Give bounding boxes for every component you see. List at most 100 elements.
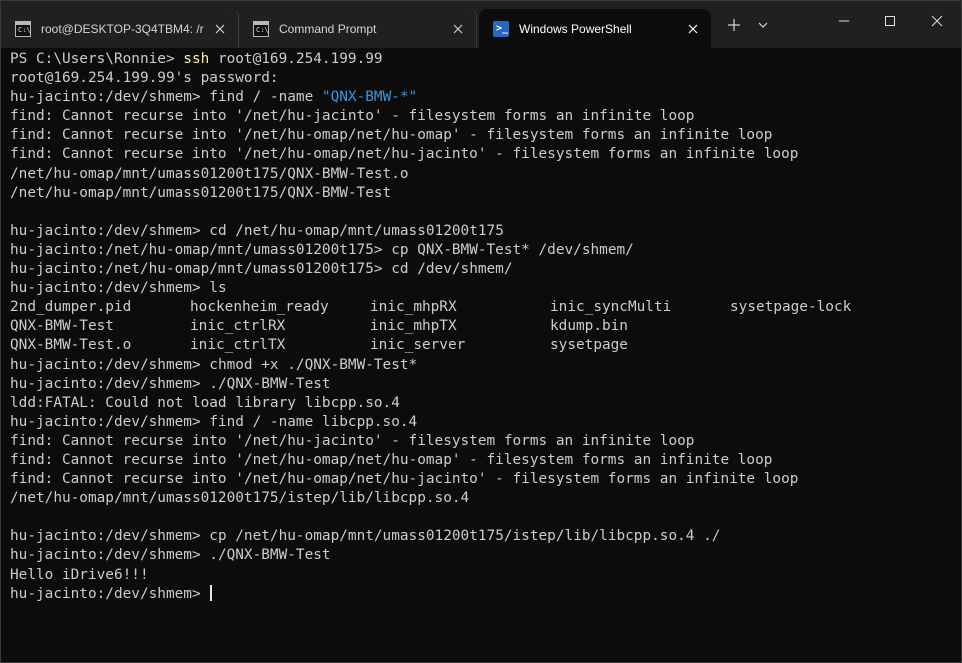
prompt-line: hu-jacinto:/dev/shmem> find / -name libc… [10, 413, 955, 432]
shell-prompt: hu-jacinto:/dev/shmem> [10, 413, 210, 430]
minimize-button[interactable] [821, 1, 867, 41]
command-text: cp /net/hu-omap/mnt/umass01200t175/istep… [209, 528, 721, 545]
file-name: inic_syncMulti [550, 299, 672, 316]
shell-prompt: hu-jacinto:/net/hu-omap/mnt/umass01200t1… [10, 241, 392, 258]
command-name: ssh [183, 51, 210, 67]
prompt-line: PS C:\Users\Ronnie> ssh root@169.254.199… [10, 50, 955, 69]
shell-prompt: hu-jacinto:/dev/shmem> [10, 280, 210, 297]
output-line: find: Cannot recurse into '/net/hu-omap/… [10, 451, 955, 470]
output-text: find: Cannot recurse into '/net/hu-jacin… [10, 432, 695, 449]
close-icon[interactable] [212, 21, 228, 37]
prompt-line: hu-jacinto:/net/hu-omap/mnt/umass01200t1… [10, 260, 955, 279]
plus-icon [728, 19, 740, 31]
output-line: Hello iDrive6!!! [10, 566, 955, 585]
tab-label: Command Prompt [279, 21, 377, 36]
maximize-icon [885, 16, 895, 26]
tab-root-ssh[interactable]: C:\ root@DESKTOP-3Q4TBM4: /r [1, 9, 239, 48]
output-text: /net/hu-omap/mnt/umass01200t175/QNX-BMW-… [10, 184, 392, 201]
prompt-line: hu-jacinto:/dev/shmem> cd /net/hu-omap/m… [10, 222, 955, 241]
output-text: ldd:FATAL: Could not load library libcpp… [10, 394, 400, 411]
output-text: find: Cannot recurse into '/net/hu-omap/… [10, 146, 799, 163]
close-icon[interactable] [685, 21, 701, 37]
tab-label: root@DESKTOP-3Q4TBM4: /r [41, 21, 204, 36]
tab-dropdown-button[interactable] [750, 9, 776, 41]
shell-prompt: hu-jacinto:/dev/shmem> [10, 356, 210, 373]
command-text: find / -name libcpp.so.4 [209, 413, 418, 430]
tab-bar: C:\ root@DESKTOP-3Q4TBM4: /r C:\ Command… [1, 1, 961, 48]
command-text: cp QNX-BMW-Test* /dev/shmem/ [391, 241, 634, 258]
cmd-icon: C:\ [253, 20, 269, 37]
terminal-output[interactable]: PS C:\Users\Ronnie> ssh root@169.254.199… [10, 50, 955, 658]
file-name: inic_ctrlRX [190, 318, 286, 335]
shell-prompt: hu-jacinto:/dev/shmem> [10, 375, 210, 392]
output-text: /net/hu-omap/mnt/umass01200t175/istep/li… [10, 490, 470, 507]
prompt-line: hu-jacinto:/dev/shmem> chmod +x ./QNX-BM… [10, 356, 955, 375]
tab-windows-powershell[interactable]: >_ Windows PowerShell [479, 9, 711, 48]
output-text: find: Cannot recurse into '/net/hu-jacin… [10, 108, 695, 125]
command-args: root@169.254.199.99 [209, 51, 383, 67]
chevron-down-icon [758, 22, 768, 28]
prompt-line: hu-jacinto:/dev/shmem> cp /net/hu-omap/m… [10, 527, 955, 546]
output-line: find: Cannot recurse into '/net/hu-jacin… [10, 107, 955, 126]
file-name: sysetpage [550, 337, 628, 354]
file-name: QNX-BMW-Test [10, 318, 114, 335]
output-line: root@169.254.199.99's password: [10, 69, 955, 88]
shell-prompt: hu-jacinto:/dev/shmem> [10, 528, 210, 545]
tab-command-prompt[interactable]: C:\ Command Prompt [239, 9, 477, 48]
output-text: find: Cannot recurse into '/net/hu-omap/… [10, 471, 799, 488]
command-text: ./QNX-BMW-Test [209, 547, 331, 564]
file-name: 2nd_dumper.pid [10, 299, 132, 316]
command-text: cd /net/hu-omap/mnt/umass01200t175 [209, 222, 504, 239]
command-text: cd /dev/shmem/ [391, 261, 513, 278]
prompt-line: hu-jacinto:/dev/shmem> [10, 584, 955, 604]
output-line: find: Cannot recurse into '/net/hu-omap/… [10, 126, 955, 145]
shell-prompt: hu-jacinto:/dev/shmem> [10, 222, 210, 239]
command-text: find / -name [209, 89, 322, 106]
command-text: chmod +x ./QNX-BMW-Test* [209, 356, 418, 373]
command-text: ls [209, 280, 227, 297]
ls-output-row: QNX-BMW-Test.o inic_ctrlTX inic_server syse… [10, 336, 955, 355]
output-line: find: Cannot recurse into '/net/hu-jacin… [10, 432, 955, 451]
output-text: Hello iDrive6!!! [10, 566, 149, 583]
ls-output-row: 2nd_dumper.pid hockenheim_ready inic_mhpRX… [10, 298, 955, 317]
file-name: sysetpage-lock [730, 299, 852, 316]
output-text: find: Cannot recurse into '/net/hu-omap/… [10, 451, 773, 468]
output-line: find: Cannot recurse into '/net/hu-omap/… [10, 145, 955, 164]
shell-prompt: PS C:\Users\Ronnie> [10, 51, 184, 67]
shell-prompt: hu-jacinto:/net/hu-omap/mnt/umass01200t1… [10, 261, 392, 278]
file-name: inic_ctrlTX [190, 337, 286, 354]
ls-output-row: QNX-BMW-Test inic_ctrlRX inic_mhpTX kdump.b… [10, 317, 955, 336]
powershell-icon: >_ [493, 20, 509, 37]
shell-prompt: hu-jacinto:/dev/shmem> [10, 585, 210, 602]
prompt-line: hu-jacinto:/dev/shmem> find / -name "QNX… [10, 88, 955, 107]
output-line: /net/hu-omap/mnt/umass01200t175/QNX-BMW-… [10, 165, 955, 184]
output-line: /net/hu-omap/mnt/umass01200t175/istep/li… [10, 489, 955, 508]
output-line: /net/hu-omap/mnt/umass01200t175/QNX-BMW-… [10, 184, 955, 203]
window-close-button[interactable] [914, 1, 960, 41]
output-text: root@169.254.199.99's password: [10, 70, 279, 87]
file-name: QNX-BMW-Test.o [10, 337, 132, 354]
text-cursor [210, 584, 212, 601]
output-line: find: Cannot recurse into '/net/hu-omap/… [10, 470, 955, 489]
prompt-line: hu-jacinto:/dev/shmem> ls [10, 279, 955, 298]
file-name: inic_mhpRX [370, 299, 457, 316]
command-text: ./QNX-BMW-Test [209, 375, 331, 392]
prompt-line: hu-jacinto:/dev/shmem> ./QNX-BMW-Test [10, 375, 955, 394]
cmd-icon: C:\ [15, 20, 31, 37]
file-name: inic_mhpTX [370, 318, 457, 335]
file-name: kdump.bin [550, 318, 628, 335]
output-text: find: Cannot recurse into '/net/hu-omap/… [10, 127, 773, 144]
minimize-icon [839, 20, 849, 22]
terminal-window: C:\ root@DESKTOP-3Q4TBM4: /r C:\ Command… [0, 0, 962, 663]
file-name: inic_server [370, 337, 466, 354]
close-icon [931, 15, 943, 27]
tab-label: Windows PowerShell [519, 21, 632, 36]
new-tab-button[interactable] [719, 9, 749, 41]
maximize-button[interactable] [867, 1, 913, 41]
output-line: ldd:FATAL: Could not load library libcpp… [10, 394, 955, 413]
prompt-line: hu-jacinto:/dev/shmem> ./QNX-BMW-Test [10, 546, 955, 565]
close-icon[interactable] [450, 21, 466, 37]
prompt-line: hu-jacinto:/net/hu-omap/mnt/umass01200t1… [10, 241, 955, 260]
